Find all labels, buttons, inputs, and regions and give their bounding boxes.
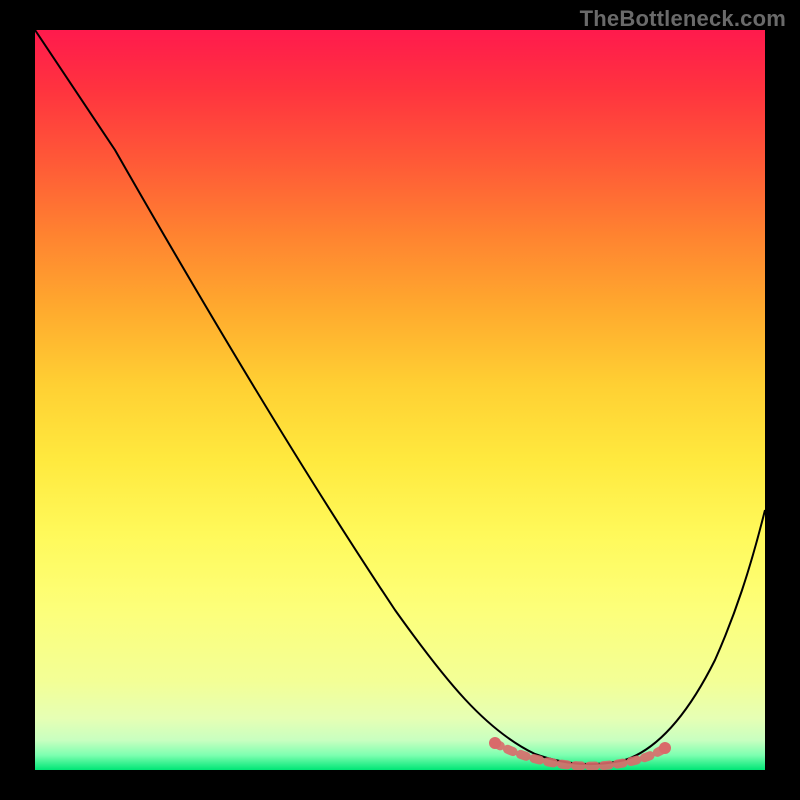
optimal-range-start-dot (489, 737, 501, 749)
chart-frame: TheBottleneck.com (0, 0, 800, 800)
optimal-range-end-dot (659, 742, 671, 754)
watermark-label: TheBottleneck.com (580, 6, 786, 32)
chart-overlay (35, 30, 765, 770)
plot-area (35, 30, 765, 770)
bottleneck-curve (35, 30, 765, 764)
